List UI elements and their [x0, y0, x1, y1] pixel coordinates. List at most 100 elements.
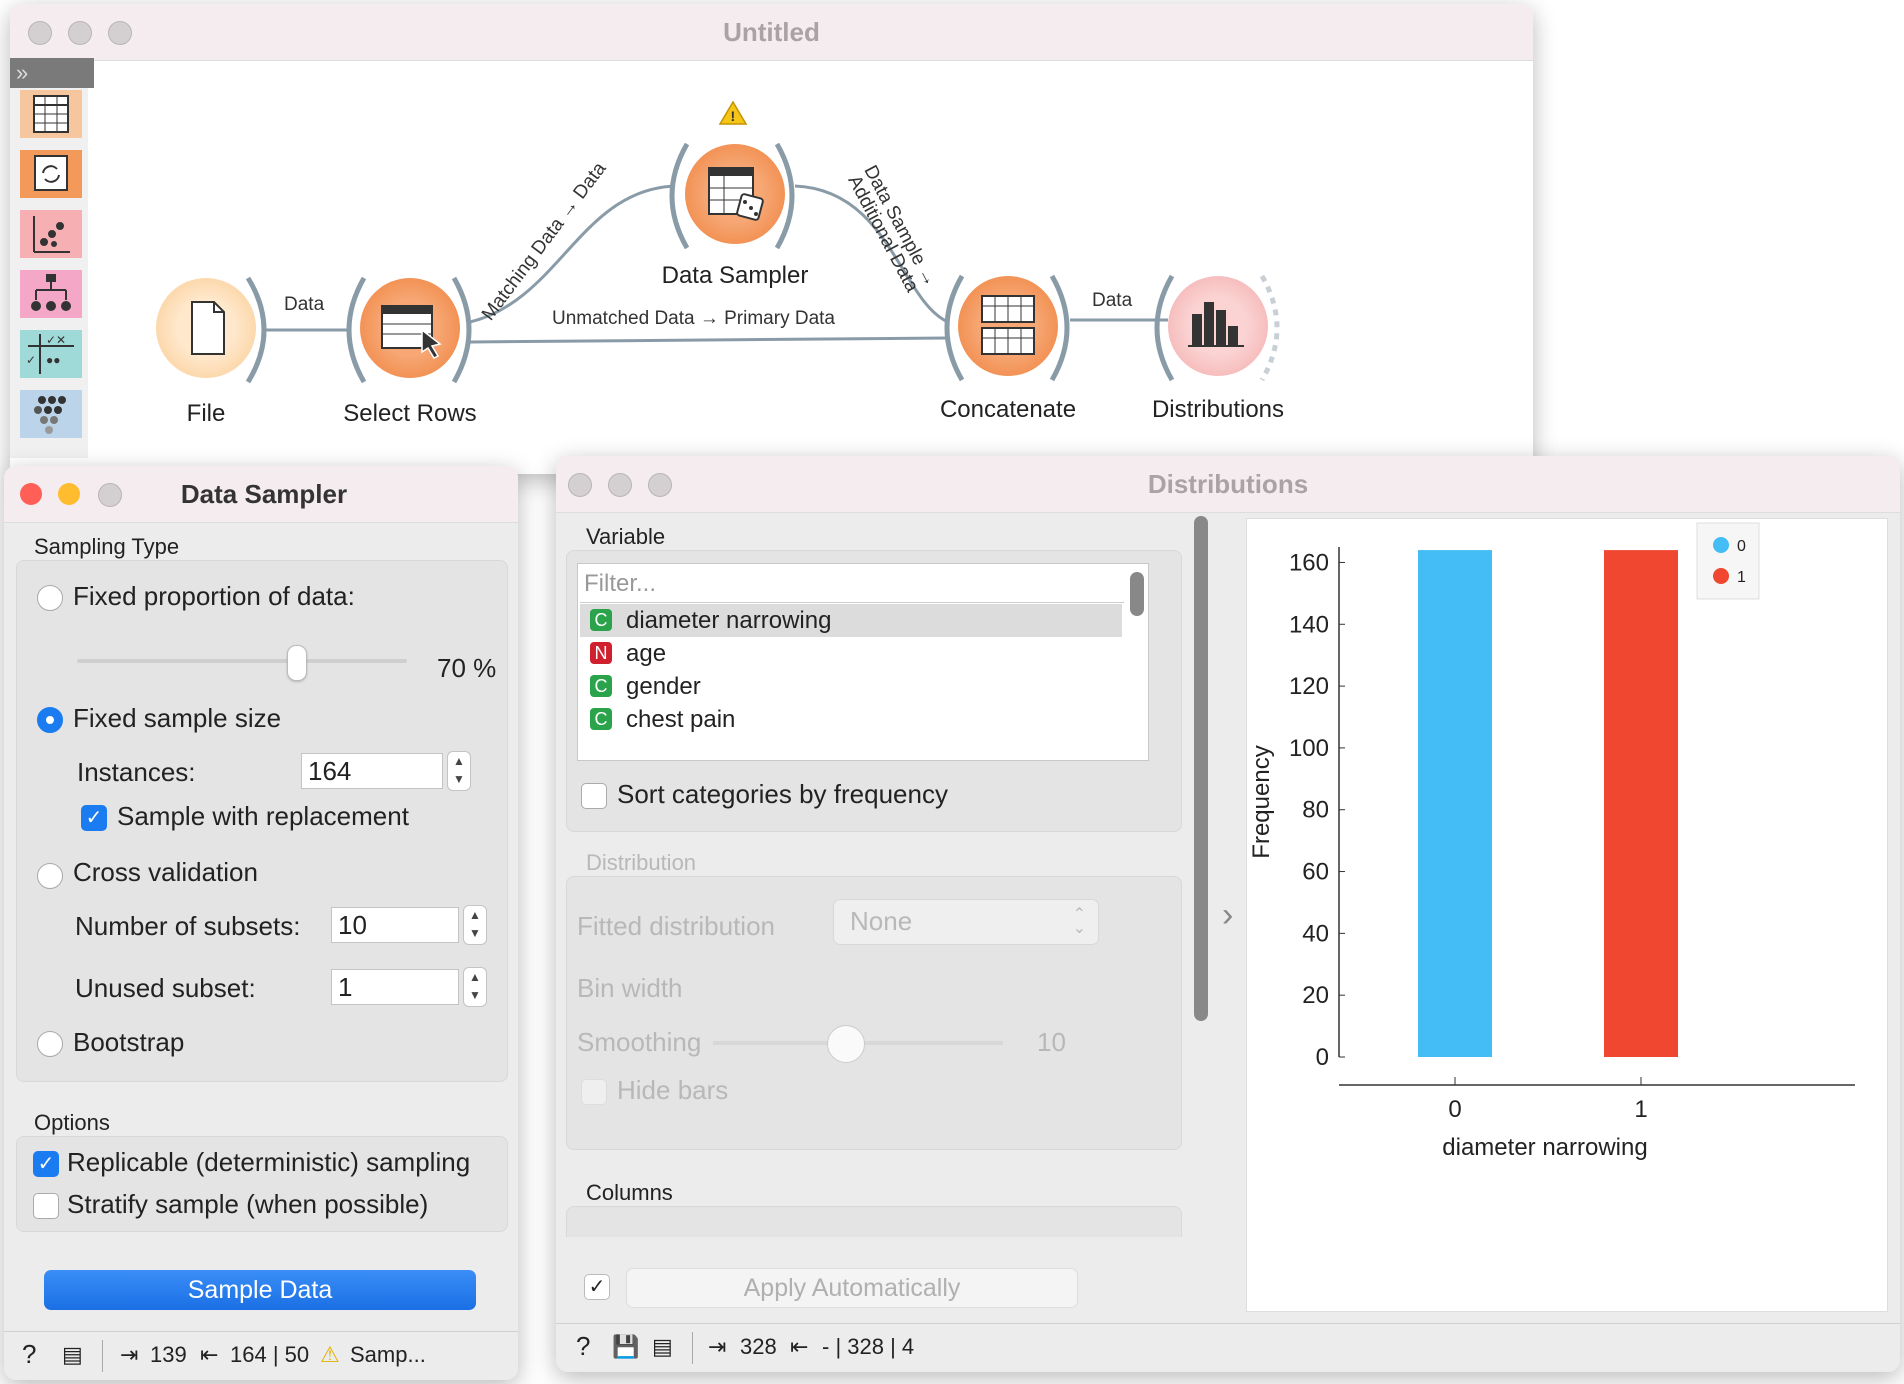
x-axis-label: diameter narrowing — [1442, 1134, 1647, 1161]
y-tick-label: 160 — [1289, 549, 1329, 576]
smoothing-slider[interactable] — [713, 1023, 1003, 1063]
output-count: 164 | 50 — [230, 1342, 310, 1367]
select-rows-icon — [381, 305, 442, 359]
unused-subset-input[interactable]: 1 — [331, 969, 459, 1005]
proportion-slider[interactable] — [77, 641, 407, 681]
y-axis-label: Frequency — [1248, 745, 1275, 858]
bin-width-label: Bin width — [577, 973, 683, 1003]
distribution-heading: Distribution — [586, 850, 697, 875]
replacement-checkbox[interactable]: ✓ — [81, 805, 107, 831]
control-scrollbar[interactable] — [1194, 516, 1208, 1021]
variable-item[interactable]: Cgender — [580, 670, 1122, 703]
fitted-label: Fitted distribution — [577, 911, 775, 941]
bar — [1418, 550, 1492, 1057]
fixed-proportion-label: Fixed proportion of data: — [73, 581, 355, 611]
close-button[interactable] — [20, 483, 42, 505]
sample-data-button[interactable]: Sample Data — [44, 1270, 476, 1310]
stratify-checkbox[interactable] — [33, 1193, 59, 1219]
bootstrap-radio[interactable] — [37, 1031, 63, 1057]
histogram-icon — [1188, 302, 1244, 347]
apply-auto-checkbox[interactable]: ✓ — [584, 1274, 610, 1300]
input-count: 139 — [150, 1342, 187, 1367]
node-select-rows[interactable] — [360, 278, 460, 378]
slider-handle[interactable] — [827, 1025, 865, 1063]
list-scrollbar[interactable] — [1130, 572, 1144, 616]
minimize-button[interactable] — [58, 483, 80, 505]
concatenate-icon — [981, 295, 1035, 355]
slider-track — [77, 659, 407, 663]
node-label-distributions: Distributions — [1151, 396, 1285, 423]
instances-input[interactable]: 164 — [301, 753, 443, 789]
proportion-value: 70 % — [437, 653, 497, 683]
fixed-proportion-radio[interactable] — [37, 585, 63, 611]
node-concatenate[interactable] — [958, 276, 1058, 376]
node-distributions[interactable] — [1168, 276, 1268, 376]
instances-stepper[interactable]: ▲ ▼ — [447, 751, 471, 791]
link-select-concat[interactable] — [469, 336, 949, 344]
sort-checkbox[interactable] — [581, 783, 607, 809]
report-icon[interactable]: ▤ — [62, 1342, 83, 1368]
plot-area: 0 20 40 60 80 100 120 140 160 0 1 diameter narrowin… — [1246, 518, 1888, 1312]
dropdown-icon: ⌃ ⌄ — [1072, 906, 1086, 937]
y-tick-label: 80 — [1302, 797, 1329, 824]
hide-bars-checkbox[interactable] — [581, 1079, 607, 1105]
filter-input[interactable]: Filter... — [580, 566, 1124, 603]
y-tick-label: 100 — [1289, 735, 1329, 762]
help-icon[interactable]: ? — [576, 1331, 590, 1362]
subsets-stepper[interactable]: ▲ ▼ — [463, 905, 487, 945]
variable-item[interactable]: Nage — [580, 637, 1122, 670]
data-sampler-icon — [708, 167, 764, 221]
variable-name: chest pain — [626, 706, 736, 733]
replicable-checkbox[interactable]: ✓ — [33, 1151, 59, 1177]
apply-auto-button[interactable]: Apply Automatically — [626, 1268, 1078, 1308]
fixed-size-radio[interactable] — [37, 707, 63, 733]
report-icon[interactable]: ▤ — [652, 1334, 673, 1360]
edge-label-concat-dist: Data — [1092, 290, 1133, 311]
node-label-concatenate: Concatenate — [939, 396, 1077, 423]
data-sampler-title: Data Sampler — [180, 479, 348, 509]
options-heading: Options — [34, 1110, 110, 1135]
unused-subset-stepper[interactable]: ▲ ▼ — [463, 967, 487, 1007]
columns-heading: Columns — [586, 1180, 673, 1205]
variable-list: Filter... Cdiameter narrowing Nage Cgender… — [577, 563, 1149, 761]
legend-box — [1696, 522, 1760, 600]
subsets-input[interactable]: 10 — [331, 907, 459, 943]
variable-item[interactable]: Cchest pain — [580, 703, 1122, 736]
output-icon: ⇤ — [790, 1334, 809, 1359]
replicable-label: Replicable (deterministic) sampling — [67, 1147, 471, 1177]
save-icon[interactable]: 💾 — [612, 1334, 639, 1360]
toggle-controls-icon[interactable]: › — [1222, 896, 1233, 935]
input-icon: ⇥ — [120, 1342, 139, 1367]
data-sampler-titlebar: Data Sampler — [4, 466, 518, 523]
cross-validation-radio[interactable] — [37, 863, 63, 889]
y-tick-label: 20 — [1302, 982, 1329, 1009]
status-divider — [102, 1340, 103, 1372]
data-sampler-status-bar: ? ▤ ⇥ 139 ⇤ 164 | 50 ⚠ Samp... — [4, 1331, 518, 1380]
fitted-dropdown[interactable]: None ⌃ ⌄ — [833, 899, 1099, 945]
variable-item[interactable]: Cdiameter narrowing — [580, 604, 1122, 637]
warning-text[interactable]: Samp... — [350, 1342, 426, 1368]
y-tick-label: 60 — [1302, 859, 1329, 886]
legend-marker — [1713, 537, 1729, 553]
node-label-file: File — [186, 400, 226, 427]
slider-handle[interactable] — [287, 645, 308, 681]
unused-subset-label: Unused subset: — [75, 973, 256, 1003]
replacement-label: Sample with replacement — [117, 801, 409, 831]
x-tick-label: 1 — [1634, 1096, 1647, 1123]
distribution-chart: 0 20 40 60 80 100 120 140 160 0 1 diameter narrowin… — [1248, 522, 1855, 1161]
help-icon[interactable]: ? — [22, 1339, 36, 1370]
node-data-sampler[interactable] — [685, 144, 785, 244]
warning-status-icon: ⚠ — [320, 1342, 340, 1367]
sort-label: Sort categories by frequency — [617, 779, 948, 809]
x-tick-label: 0 — [1448, 1096, 1461, 1123]
variable-name: diameter narrowing — [626, 607, 832, 634]
distributions-status-bar: ? 💾 ▤ ⇥ 328 ⇤ - | 328 | 4 — [556, 1323, 1900, 1372]
warning-icon: ! — [718, 100, 748, 126]
variable-type-badge: C — [590, 675, 612, 697]
options-box: ✓ Replicable (deterministic) sampling St… — [16, 1136, 508, 1232]
instances-label: Instances: — [77, 757, 196, 787]
distributions-title: Distributions — [1147, 469, 1309, 499]
cross-validation-label: Cross validation — [73, 857, 258, 887]
y-tick-label: 120 — [1289, 673, 1329, 700]
zoom-button[interactable] — [98, 483, 122, 507]
